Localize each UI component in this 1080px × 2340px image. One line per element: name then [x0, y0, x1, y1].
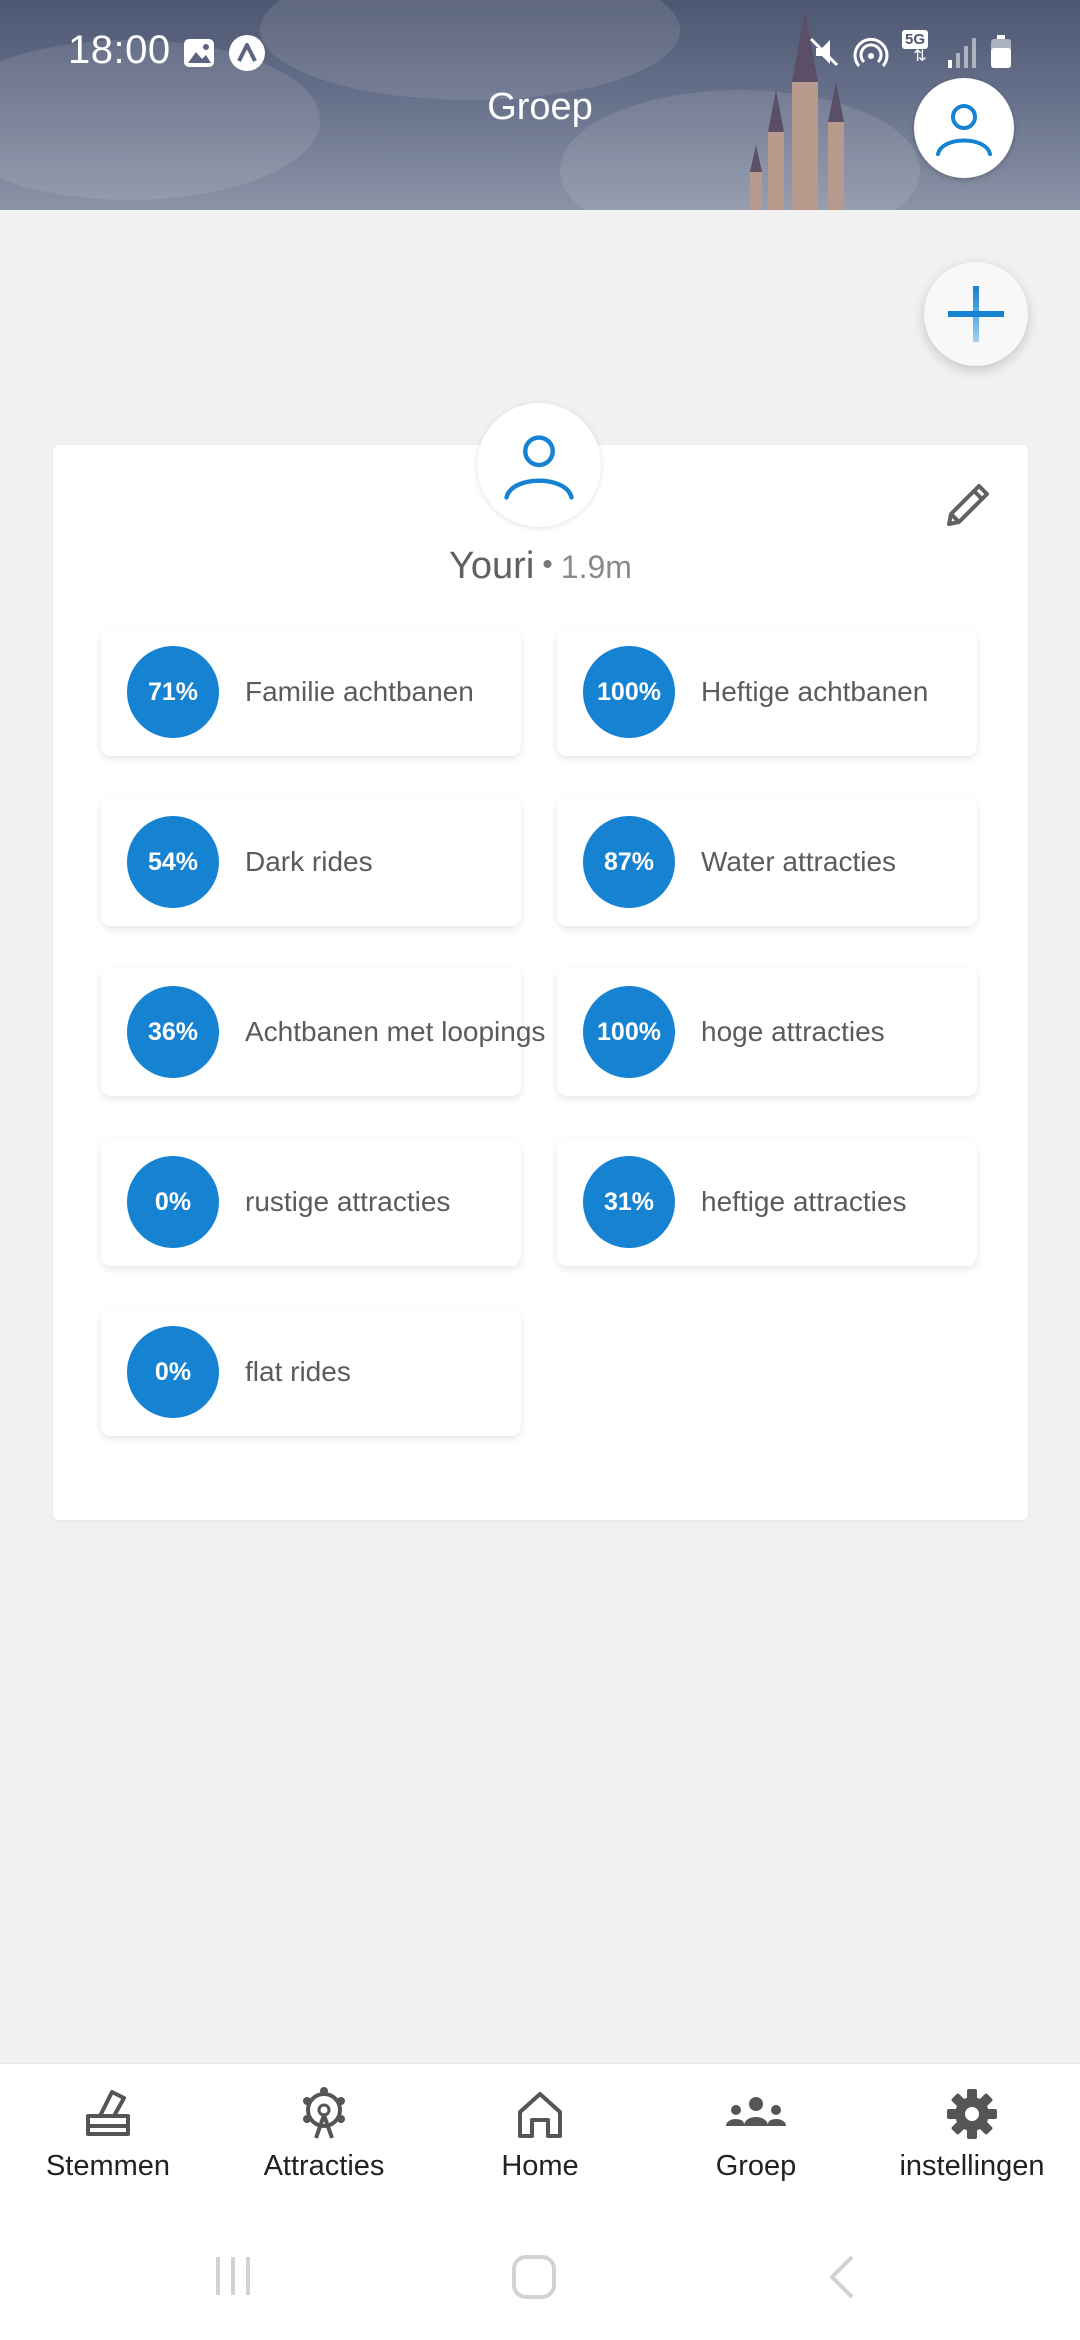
home-icon	[518, 2092, 562, 2138]
member-name: Youri	[449, 545, 535, 587]
nav-item-stemmen[interactable]: Stemmen	[0, 2064, 216, 2206]
preference-percentage-badge: 100%	[583, 646, 675, 738]
preference-label: Heftige achtbanen	[701, 676, 929, 707]
preference-item: 87% Water attracties	[557, 798, 977, 926]
system-navigation-bar	[0, 2205, 1080, 2340]
user-icon	[936, 104, 992, 156]
preference-label: flat rides	[245, 1356, 351, 1387]
preference-percentage-badge: 87%	[583, 816, 675, 908]
signal-icon	[948, 38, 976, 68]
home-system-icon[interactable]	[510, 2253, 558, 2301]
preference-item: 54% Dark rides	[101, 798, 521, 926]
nav-item-instellingen[interactable]: instellingen	[864, 2064, 1080, 2206]
preference-percentage-badge: 54%	[127, 816, 219, 908]
member-separator: •	[542, 548, 553, 581]
preference-label: Familie achtbanen	[245, 676, 474, 707]
preference-grid: 71% Familie achtbanen 100% Heftige achtb…	[101, 628, 981, 1436]
preference-label: rustige attracties	[245, 1186, 451, 1217]
member-avatar	[477, 403, 601, 527]
recent-apps-icon[interactable]	[210, 2253, 256, 2299]
preference-percentage-badge: 100%	[583, 986, 675, 1078]
gallery-notification-icon	[184, 39, 214, 67]
back-icon[interactable]	[822, 2253, 862, 2301]
preference-item: 0% rustige attracties	[101, 1138, 521, 1266]
preference-item: 100% hoge attracties	[557, 968, 977, 1096]
preference-percentage-badge: 36%	[127, 986, 219, 1078]
nav-label: Home	[501, 2150, 579, 2182]
pencil-icon	[947, 484, 989, 526]
nav-item-groep[interactable]: Groep	[648, 2064, 864, 2206]
hotspot-icon	[853, 37, 889, 67]
app-header: 18:00 5G ⇅ Groep	[0, 0, 1080, 210]
profile-button[interactable]	[914, 78, 1014, 178]
preference-item: 71% Familie achtbanen	[101, 628, 521, 756]
network-5g-icon: 5G ⇅	[902, 30, 938, 70]
status-time: 18:00	[68, 28, 171, 72]
preference-label: hoge attracties	[701, 1016, 885, 1047]
preference-label: heftige attracties	[701, 1186, 907, 1217]
add-member-button[interactable]	[924, 262, 1028, 366]
preference-percentage-badge: 71%	[127, 646, 219, 738]
nav-item-attracties[interactable]: Attracties	[216, 2064, 432, 2206]
preference-percentage-badge: 0%	[127, 1326, 219, 1418]
preference-label: Dark rides	[245, 846, 373, 877]
nav-label: Stemmen	[45, 2150, 171, 2182]
preference-item: 0% flat rides	[101, 1308, 521, 1436]
plus-icon	[948, 286, 1004, 342]
preference-percentage-badge: 31%	[583, 1156, 675, 1248]
gear-icon	[947, 2089, 997, 2139]
nav-label: instellingen	[899, 2150, 1045, 2182]
preference-label: Achtbanen met loopings	[245, 1016, 546, 1047]
mute-icon	[809, 37, 839, 67]
header-cloud	[260, 0, 680, 100]
app-notification-icon	[229, 35, 265, 71]
nav-label: Attracties	[263, 2150, 385, 2182]
preference-label: Water attracties	[701, 846, 897, 877]
member-height: 1.9m	[560, 549, 632, 585]
member-info: Youri • 1.9m	[53, 545, 1028, 588]
battery-icon	[991, 35, 1011, 68]
preference-item: 36% Achtbanen met loopings	[101, 968, 545, 1096]
preference-percentage-badge: 0%	[127, 1156, 219, 1248]
preference-item: 31% heftige attracties	[557, 1138, 977, 1266]
bottom-navigation: Stemmen Attracties Home Groep instelling…	[0, 2063, 1080, 2205]
nav-label: Groep	[715, 2150, 797, 2182]
member-card: Youri • 1.9m 71% Familie achtbanen 100% He…	[53, 403, 1028, 1520]
group-icon	[726, 2097, 786, 2126]
edit-member-button[interactable]	[938, 475, 998, 535]
preference-item: 100% Heftige achtbanen	[557, 628, 977, 756]
user-icon	[504, 435, 574, 500]
nav-item-home[interactable]: Home	[432, 2064, 648, 2206]
ferris-wheel-icon	[303, 2087, 345, 2139]
ballot-box-icon	[86, 2090, 130, 2136]
